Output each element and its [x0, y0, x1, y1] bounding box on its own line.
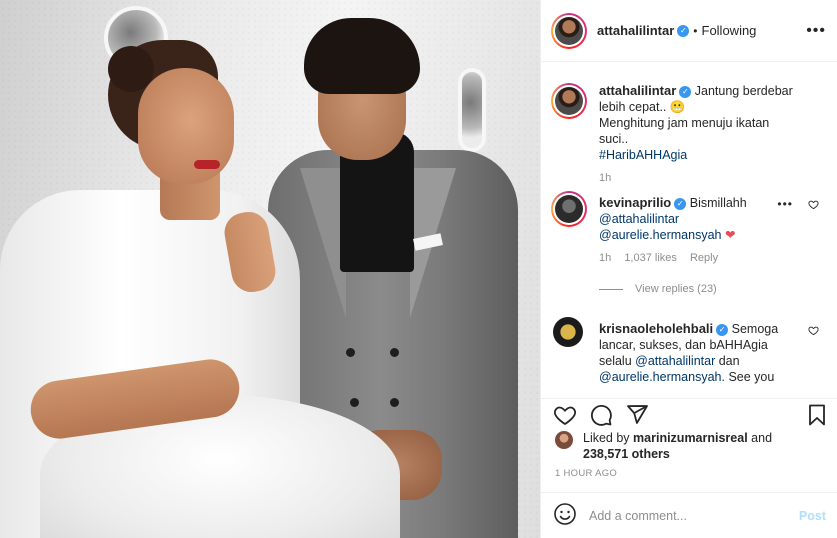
author-username[interactable]: attahalilintar: [597, 23, 674, 38]
liker-avatar[interactable]: [555, 431, 573, 449]
comment-mention[interactable]: @aurelie.hermansyah.: [599, 370, 725, 384]
caption-username[interactable]: attahalilintar: [599, 83, 676, 98]
heart-icon[interactable]: [808, 325, 819, 336]
caption-emoji: 😬: [669, 100, 686, 114]
woman-face: [138, 68, 234, 184]
comment-input[interactable]: [589, 508, 799, 523]
separator-dot: •: [693, 23, 698, 38]
verified-icon: ✓: [716, 323, 729, 336]
heart-icon[interactable]: [808, 199, 819, 210]
suit-button: [350, 398, 359, 407]
comment-text-and: dan: [718, 354, 740, 368]
comment-username[interactable]: krisnaoleholehbali: [599, 321, 713, 336]
post-side-panel: attahalilintar ✓ • Following ••• attahal…: [540, 0, 837, 538]
comment-icon[interactable]: [589, 403, 613, 427]
share-icon[interactable]: [625, 403, 649, 427]
verified-icon: ✓: [679, 85, 692, 98]
woman-lips: [194, 160, 220, 169]
comment-text: Bismillahh: [689, 196, 747, 210]
caption-time[interactable]: 1h: [599, 172, 611, 184]
suit-button: [390, 398, 399, 407]
liked-by-user[interactable]: marinizumarnisreal: [633, 431, 748, 445]
post-timestamp[interactable]: 1 HOUR AGO: [555, 468, 617, 479]
author-avatar[interactable]: [551, 83, 587, 119]
save-icon[interactable]: [805, 403, 829, 427]
view-replies-label[interactable]: View replies (23): [635, 281, 717, 297]
action-bar: [541, 398, 837, 426]
add-comment-bar: Post: [541, 492, 837, 538]
following-button[interactable]: Following: [702, 23, 757, 38]
reply-button[interactable]: Reply: [690, 252, 718, 264]
wall-porthole: [458, 68, 486, 152]
comment-mention[interactable]: @aurelie.hermansyah: [599, 228, 721, 242]
comment-mention[interactable]: @attahalilintar: [635, 354, 715, 368]
liked-by-label: Liked by: [583, 431, 630, 445]
heart-icon[interactable]: [553, 403, 577, 427]
commenter-avatar[interactable]: [553, 317, 583, 347]
post-header: attahalilintar ✓ • Following •••: [541, 0, 837, 62]
likes-summary: Liked by marinizumarnisreal and 238,571 …: [555, 430, 825, 462]
post-button[interactable]: Post: [799, 509, 826, 523]
commenter-avatar[interactable]: [551, 191, 587, 227]
suit-button: [390, 348, 399, 357]
verified-icon: ✓: [677, 24, 690, 37]
emoji-icon[interactable]: [553, 502, 577, 529]
comment-likes[interactable]: 1,037 likes: [624, 252, 677, 264]
suit-button: [346, 348, 355, 357]
view-replies-button[interactable]: View replies (23): [599, 281, 799, 297]
likes-count[interactable]: 238,571 others: [583, 447, 670, 461]
post-photo[interactable]: [0, 0, 540, 538]
caption-hashtag[interactable]: #HaribAHHAgia: [599, 148, 687, 162]
more-icon[interactable]: •••: [806, 22, 826, 40]
comment-username[interactable]: kevinaprilio: [599, 195, 671, 210]
comments-list[interactable]: attahalilintar ✓ Jantung berdebar lebih c…: [541, 63, 837, 398]
heart-emoji: ❤: [724, 228, 736, 242]
comment-time[interactable]: 1h: [599, 252, 611, 264]
comment-mention[interactable]: @attahalilintar: [599, 212, 679, 226]
caption-line2: Menghitung jam menuju ikatan suci..: [599, 116, 770, 146]
divider: [599, 288, 623, 290]
liked-by-and: and: [751, 431, 773, 445]
more-icon[interactable]: •••: [777, 197, 793, 211]
comment-text-end: See you: [728, 370, 775, 384]
verified-icon: ✓: [674, 197, 687, 210]
author-avatar[interactable]: [551, 12, 587, 49]
